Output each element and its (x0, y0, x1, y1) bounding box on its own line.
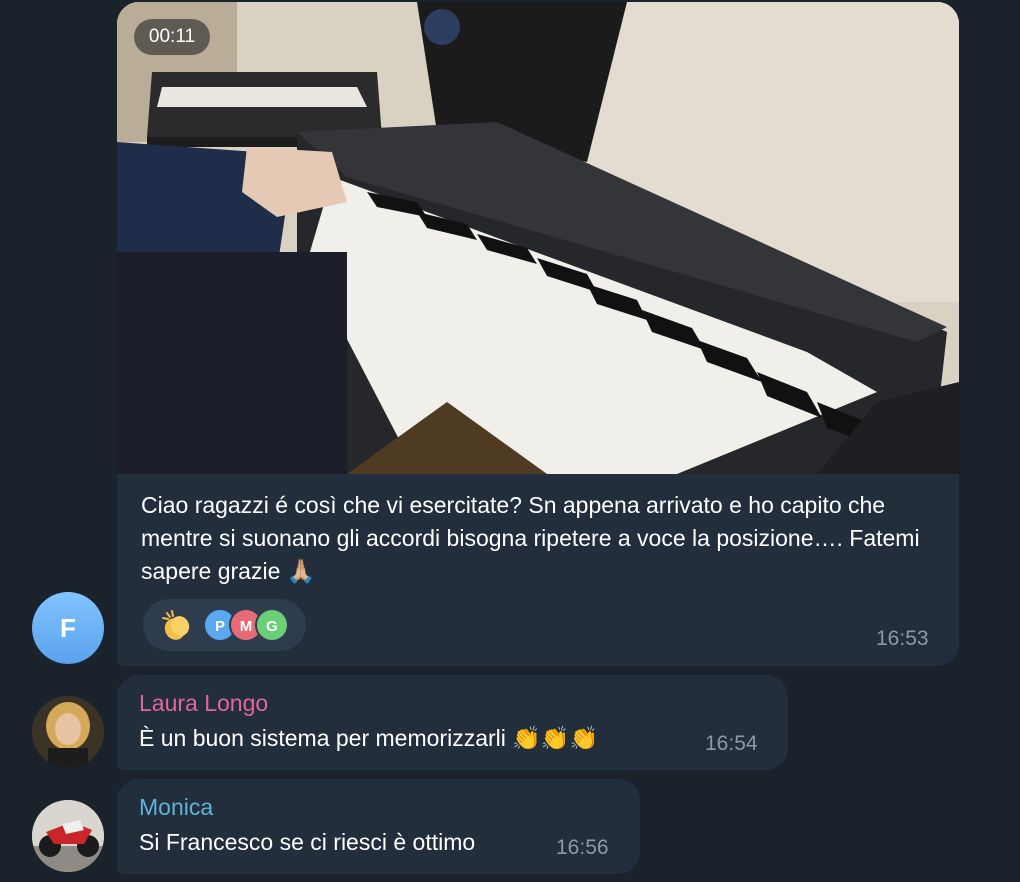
piano-video-frame (117, 2, 959, 474)
video-duration-badge: 00:11 (134, 19, 210, 55)
sender-name[interactable]: Laura Longo (139, 690, 268, 717)
video-thumbnail[interactable]: 00:11 (117, 2, 959, 474)
reaction-avatar-g: G (255, 608, 289, 642)
avatar-letter: F (60, 613, 76, 643)
avatar-laura-longo[interactable] (32, 696, 104, 768)
clapping-hands-icon (162, 610, 190, 640)
avatar-f[interactable]: F (32, 592, 104, 664)
message-time: 16:56 (556, 836, 609, 859)
message-caption: Ciao ragazzi é così che vi esercitate? S… (141, 492, 920, 584)
sender-name[interactable]: Monica (139, 794, 213, 821)
message-text: È un buon sistema per memorizzarli 👏👏👏 (139, 725, 599, 751)
video-message-bubble[interactable]: 00:11 Ciao ragazzi é così che vi esercit… (117, 2, 959, 666)
message-time: 16:54 (705, 732, 758, 755)
avatar-monica[interactable] (32, 800, 104, 872)
message-bubble-laura[interactable]: Laura Longo È un buon sistema per memori… (117, 675, 788, 770)
message-bubble-monica[interactable]: Monica Si Francesco se ci riesci è ottim… (117, 779, 640, 874)
message-time: 16:53 (876, 627, 929, 650)
reaction-pill[interactable]: P M G (143, 599, 306, 651)
message-text: Si Francesco se ci riesci è ottimo (139, 829, 476, 855)
profile-photo (32, 696, 104, 768)
profile-photo (32, 800, 104, 872)
